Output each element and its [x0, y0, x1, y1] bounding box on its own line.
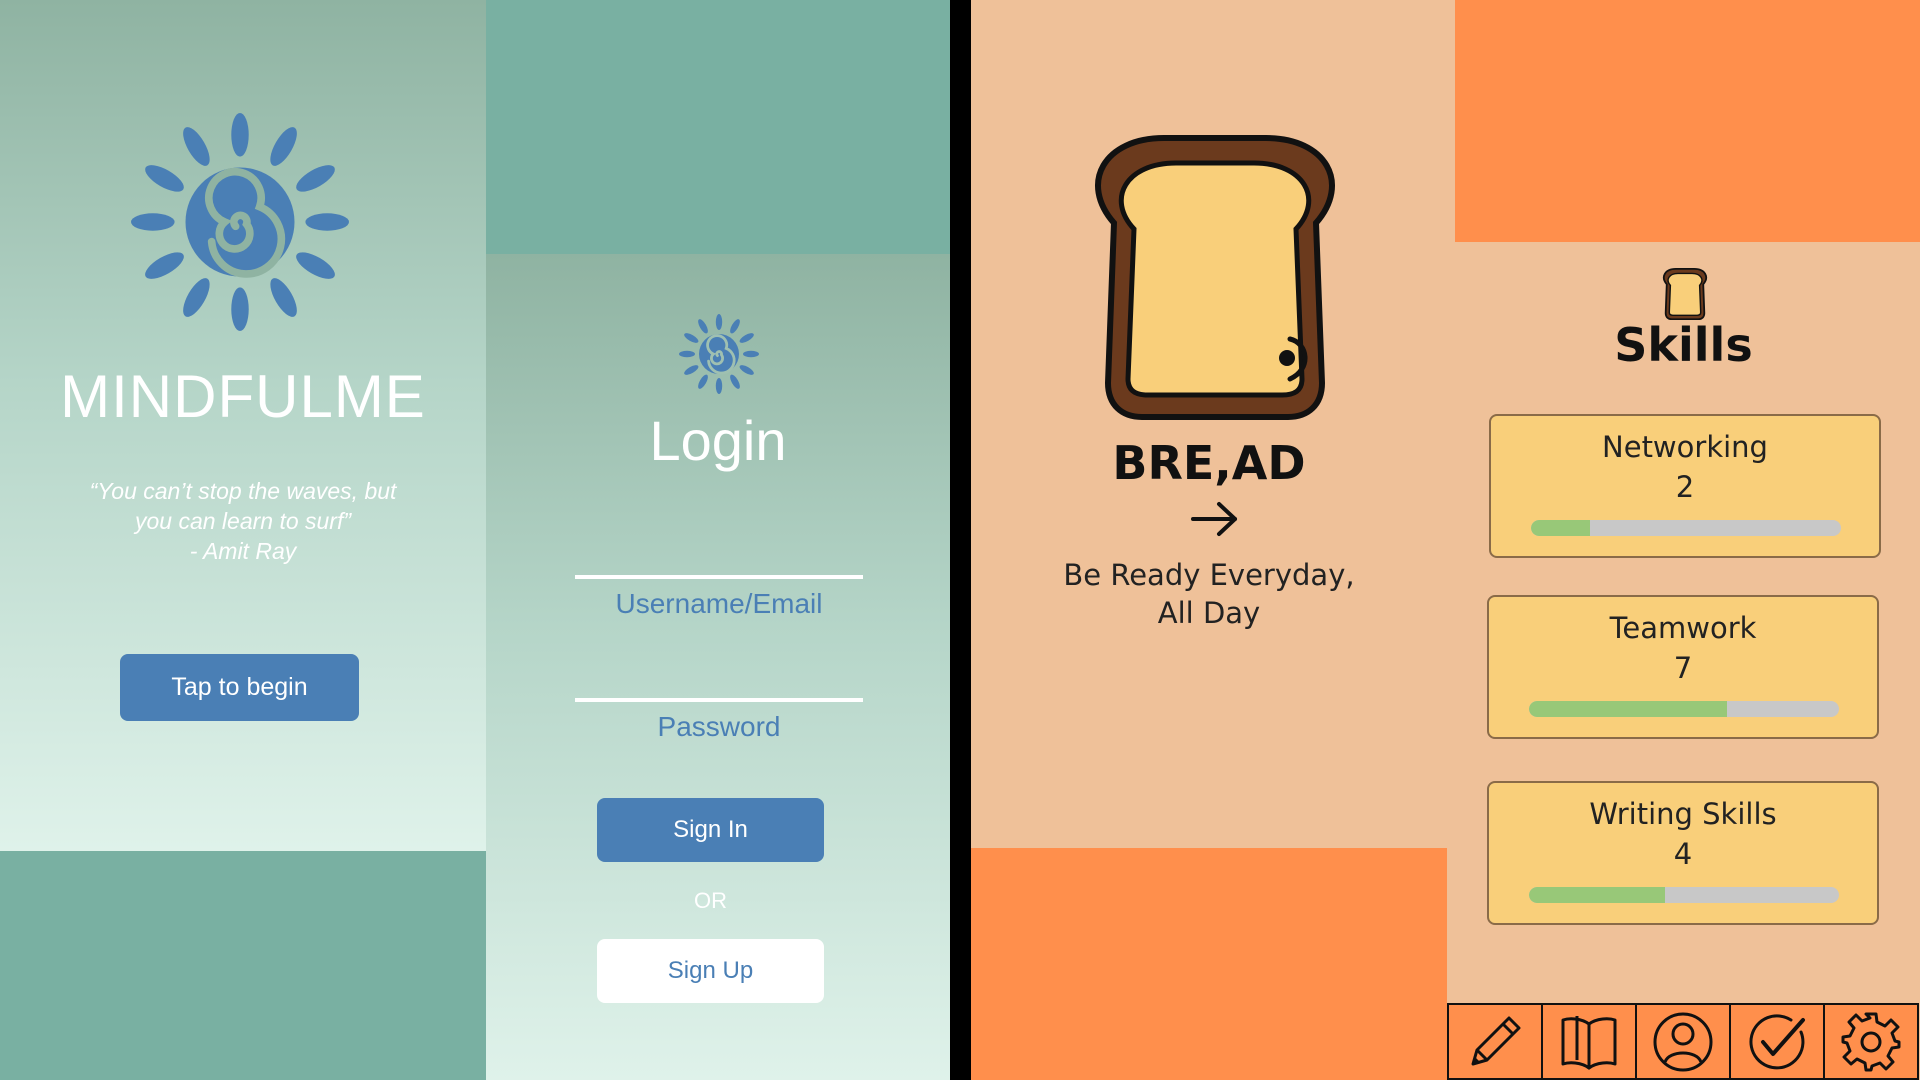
sign-in-button[interactable]: Sign In — [597, 798, 824, 862]
nav-settings[interactable] — [1823, 1003, 1919, 1080]
profile-icon — [1653, 1012, 1713, 1071]
username-label: Username/Email — [615, 588, 823, 619]
or-divider: OR — [694, 888, 727, 913]
skills-title: Skills — [1614, 318, 1753, 372]
toast-icon — [1095, 135, 1335, 420]
gear-icon — [1841, 1012, 1901, 1071]
skill-progress-bar — [1529, 887, 1839, 903]
skill-progress-fill — [1529, 701, 1728, 717]
sign-up-button[interactable]: Sign Up — [597, 939, 824, 1003]
tap-to-begin-button[interactable]: Tap to begin — [120, 654, 359, 721]
pencil-icon — [1471, 1016, 1521, 1065]
nav-tasks[interactable] — [1729, 1003, 1825, 1080]
skill-level: 4 — [1673, 837, 1693, 871]
skill-level: 7 — [1673, 651, 1693, 685]
quote-author: - Amit Ray — [189, 538, 297, 564]
mindfulme-login-screen: Login Username/Email Password Sign In OR… — [486, 0, 950, 1080]
nav-profile[interactable] — [1635, 1003, 1731, 1080]
login-title: Login — [649, 409, 787, 472]
skill-progress-fill — [1529, 887, 1666, 903]
skill-progress-bar — [1531, 520, 1841, 536]
app-name: MINDFULME — [60, 363, 426, 430]
orange-block — [971, 848, 1447, 1080]
tagline: Be Ready Everyday, All Day — [1031, 556, 1387, 632]
nav-book[interactable] — [1541, 1003, 1637, 1080]
sun-spiral-icon — [131, 113, 349, 331]
bread-skills-screen: Skills Networking 2 Teamwork 7 Writing S… — [1447, 0, 1920, 1080]
bread-splash-screen: BRE,AD Be Ready Everyday, All Day — [971, 0, 1447, 1080]
skill-name: Writing Skills — [1589, 797, 1777, 831]
toast-icon — [1663, 268, 1707, 320]
skill-level: 2 — [1675, 470, 1695, 504]
password-input[interactable] — [575, 698, 863, 702]
app-name: BRE,AD — [1112, 436, 1306, 490]
password-label: Password — [657, 711, 781, 742]
sun-spiral-icon — [679, 314, 759, 394]
tagline-line: All Day — [1157, 596, 1261, 630]
arrow-right-icon[interactable] — [1191, 500, 1239, 538]
skill-card[interactable]: Networking 2 — [1489, 414, 1881, 558]
orange-block — [1455, 0, 1920, 242]
book-icon — [1561, 1015, 1617, 1069]
skill-card[interactable]: Writing Skills 4 — [1487, 781, 1879, 925]
skill-card[interactable]: Teamwork 7 — [1487, 595, 1879, 739]
skill-progress-fill — [1531, 520, 1590, 536]
username-input[interactable] — [575, 575, 863, 579]
quote-line: “You can’t stop the waves, but — [89, 478, 397, 504]
bottom-nav-bar — [1447, 1003, 1920, 1080]
tagline-line: Be Ready Everyday, — [1063, 558, 1355, 592]
mindfulme-splash-screen: MINDFULME “You can’t stop the waves, but… — [0, 0, 486, 1080]
skill-progress-bar — [1529, 701, 1839, 717]
check-icon — [1749, 1013, 1805, 1069]
skill-name: Networking — [1602, 430, 1768, 464]
nav-pencil[interactable] — [1447, 1003, 1543, 1080]
skill-name: Teamwork — [1609, 611, 1757, 645]
quote: “You can’t stop the waves, but you can l… — [70, 476, 416, 566]
quote-line: you can learn to surf” — [134, 508, 352, 534]
